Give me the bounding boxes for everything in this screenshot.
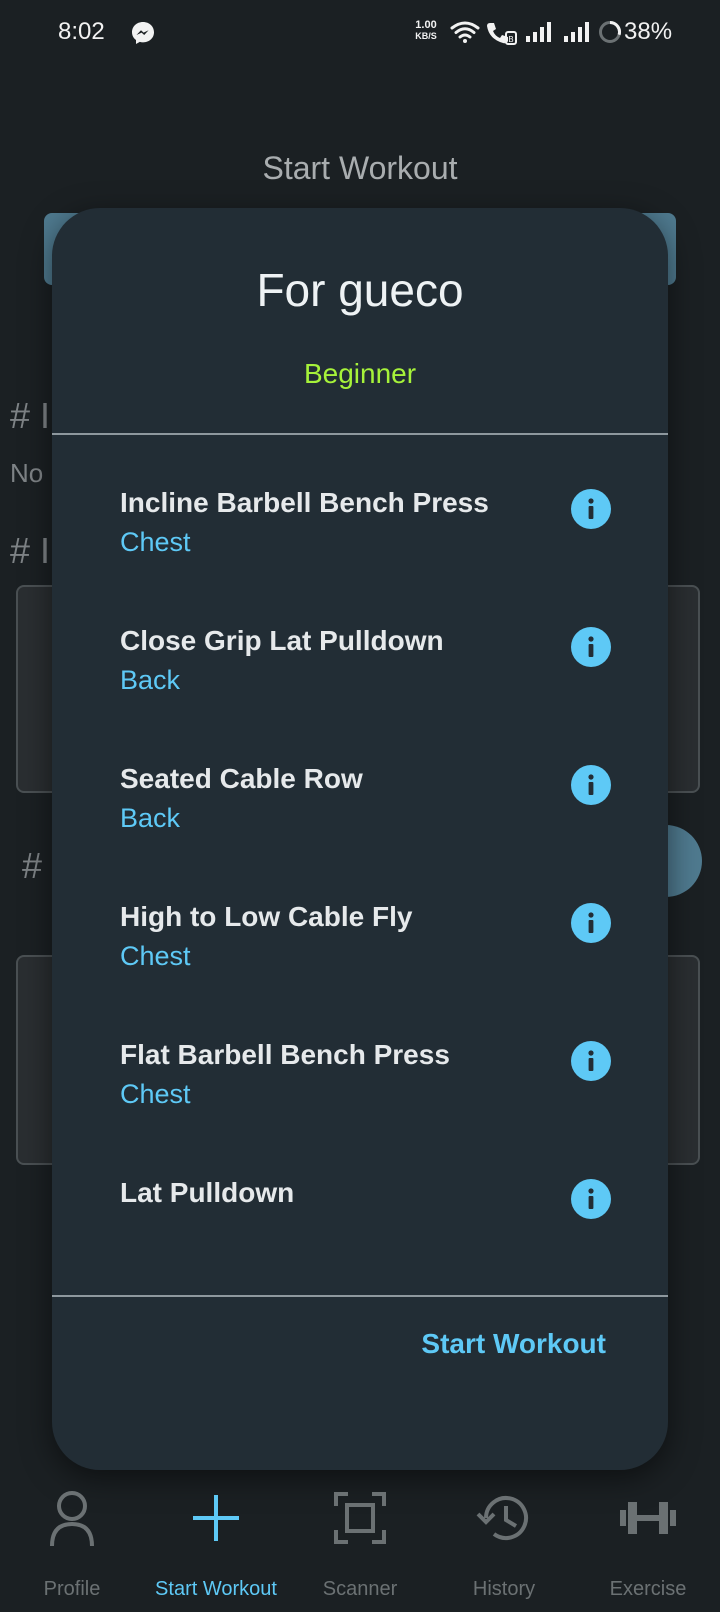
nav-item-start-workout[interactable]: Start Workout <box>144 1480 288 1612</box>
nav-item-history[interactable]: History <box>432 1480 576 1612</box>
exercise-item[interactable]: Seated Cable Row Back <box>52 763 668 893</box>
exercise-item[interactable]: Close Grip Lat Pulldown Back <box>52 625 668 755</box>
divider <box>52 1295 668 1297</box>
exercise-name: Lat Pulldown <box>120 1177 295 1208</box>
status-bar: 8:02 1.00 KB/S B 38% <box>0 0 720 66</box>
dumbbell-icon <box>620 1502 676 1534</box>
battery-ring-icon <box>599 21 621 43</box>
signal-strength-icon <box>564 22 589 42</box>
background-section-heading: # I <box>10 530 51 571</box>
exercise-muscle: Back <box>120 665 181 695</box>
exercise-item[interactable]: Lat Pulldown <box>52 1177 668 1295</box>
signal-strength-icon <box>526 22 551 42</box>
wifi-call-icon: B <box>487 23 517 45</box>
net-speed: 1.00 KB/S <box>408 20 444 42</box>
exercise-name: Close Grip Lat Pulldown <box>120 625 444 656</box>
nav-label: Start Workout <box>155 1578 277 1600</box>
person-icon <box>50 1491 94 1547</box>
workout-dialog: For gueco Beginner Incline Barbell Bench… <box>52 208 668 1470</box>
info-button[interactable] <box>571 1179 611 1219</box>
info-button[interactable] <box>571 489 611 529</box>
history-icon <box>476 1496 528 1540</box>
svg-text:B: B <box>508 35 514 44</box>
screen: 8:02 1.00 KB/S B 38% Start Workout # I N… <box>0 0 720 1612</box>
background-section-heading: # I <box>10 395 51 436</box>
info-icon <box>588 498 594 519</box>
net-speed-value: 1.00 <box>415 19 437 31</box>
nav-label: Profile <box>43 1578 101 1600</box>
exercise-muscle: Chest <box>120 1079 191 1109</box>
info-icon <box>588 774 594 795</box>
info-button[interactable] <box>571 765 611 805</box>
info-icon <box>588 912 594 933</box>
nav-item-exercise[interactable]: Exercise <box>576 1480 720 1612</box>
battery-percentage: 38% <box>624 18 673 45</box>
exercise-name: Flat Barbell Bench Press <box>120 1039 450 1070</box>
exercise-muscle: Chest <box>120 527 191 557</box>
workout-level: Beginner <box>303 358 417 389</box>
exercise-list[interactable]: Incline Barbell Bench Press Chest Close … <box>52 435 668 1295</box>
exercise-muscle: Back <box>120 803 181 833</box>
messenger-icon <box>132 22 154 44</box>
bottom-navigation: Profile Start Workout Scanner History Ex… <box>0 1480 720 1612</box>
exercise-name: High to Low Cable Fly <box>120 901 413 932</box>
wifi-icon <box>450 21 480 43</box>
exercise-item[interactable]: Flat Barbell Bench Press Chest <box>52 1039 668 1169</box>
background-section-heading: # <box>22 845 43 886</box>
exercise-item[interactable]: Incline Barbell Bench Press Chest <box>52 487 668 617</box>
nav-label: Exercise <box>609 1578 687 1600</box>
nav-item-profile[interactable]: Profile <box>0 1480 144 1612</box>
start-workout-button[interactable]: Start Workout <box>421 1328 606 1360</box>
info-button[interactable] <box>571 903 611 943</box>
exercise-name: Incline Barbell Bench Press <box>120 487 489 518</box>
exercise-name: Seated Cable Row <box>120 763 363 794</box>
info-button[interactable] <box>571 627 611 667</box>
status-time: 8:02 <box>58 18 105 45</box>
page-title: Start Workout <box>262 150 458 186</box>
nav-label: Scanner <box>322 1578 398 1600</box>
info-icon <box>588 636 594 657</box>
exercise-muscle: Chest <box>120 941 191 971</box>
nav-label: History <box>472 1578 536 1600</box>
info-button[interactable] <box>571 1041 611 1081</box>
info-icon <box>588 1188 594 1209</box>
exercise-item[interactable]: High to Low Cable Fly Chest <box>52 901 668 1031</box>
dialog-title: For gueco <box>256 264 464 316</box>
plus-icon <box>193 1495 239 1541</box>
scan-frame-icon <box>334 1492 386 1544</box>
info-icon <box>588 1050 594 1071</box>
background-empty-text: No <box>10 458 44 488</box>
net-speed-unit: KB/S <box>415 31 437 41</box>
nav-item-scanner[interactable]: Scanner <box>288 1480 432 1612</box>
